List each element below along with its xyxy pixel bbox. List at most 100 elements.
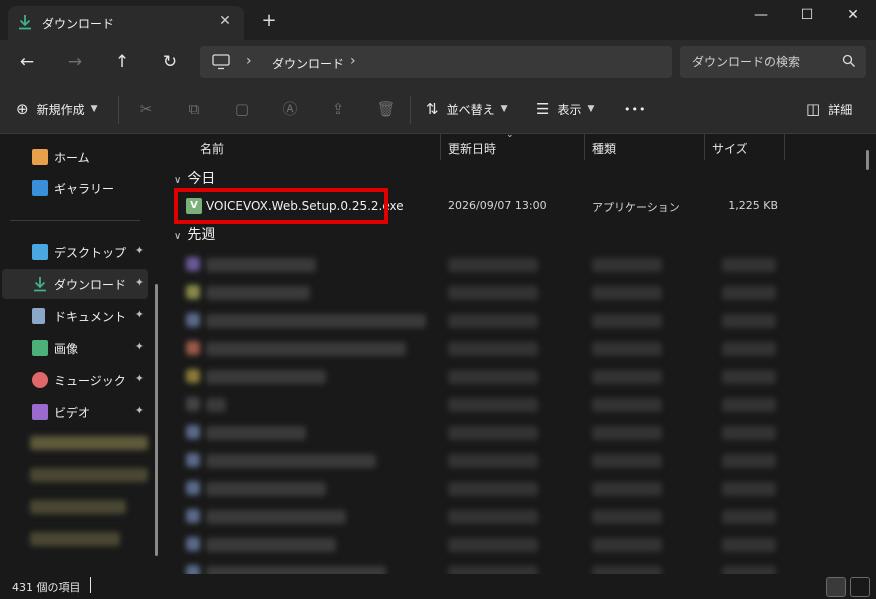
sidebar-scrollbar[interactable]: [155, 284, 158, 556]
rename-icon[interactable]: Ⓐ: [278, 98, 302, 120]
blurred-file-row[interactable]: [722, 342, 776, 356]
blurred-file-row[interactable]: [186, 509, 200, 523]
blurred-file-row[interactable]: [592, 314, 662, 328]
blurred-file-row[interactable]: [206, 314, 426, 328]
column-divider[interactable]: [784, 134, 785, 160]
column-header-size[interactable]: サイズ: [712, 134, 748, 160]
sidebar-item-downloads[interactable]: ダウンロード ✦: [2, 269, 148, 299]
large-icons-view-button[interactable]: [850, 577, 870, 597]
blurred-file-row[interactable]: [186, 425, 200, 439]
blurred-file-row[interactable]: [592, 454, 662, 468]
blurred-file-row[interactable]: [448, 398, 538, 412]
pin-icon[interactable]: ✦: [135, 340, 144, 353]
pin-icon[interactable]: ✦: [135, 404, 144, 417]
blurred-file-row[interactable]: [592, 482, 662, 496]
column-header-name[interactable]: 名前: [200, 134, 224, 160]
tab-close-icon[interactable]: ✕: [216, 12, 234, 30]
blurred-file-row[interactable]: [206, 510, 346, 524]
delete-icon[interactable]: 🗑: [374, 98, 398, 120]
new-button[interactable]: ⊕ 新規作成 ▼: [16, 97, 98, 121]
blurred-file-row[interactable]: [448, 370, 538, 384]
address-bar[interactable]: › ダウンロード ›: [200, 46, 672, 78]
blurred-file-row[interactable]: [186, 369, 200, 383]
blurred-file-row[interactable]: [206, 454, 376, 468]
blurred-file-row[interactable]: [722, 510, 776, 524]
blurred-file-row[interactable]: [722, 454, 776, 468]
search-input[interactable]: [692, 53, 832, 71]
chevron-right-icon[interactable]: ›: [246, 53, 252, 69]
pin-icon[interactable]: ✦: [135, 244, 144, 257]
blurred-file-row[interactable]: [722, 314, 776, 328]
minimize-button[interactable]: —: [738, 0, 784, 30]
sidebar-item-pictures[interactable]: 画像 ✦: [2, 333, 148, 363]
pin-icon[interactable]: ✦: [135, 276, 144, 289]
chevron-right-icon[interactable]: ›: [350, 53, 356, 69]
up-button[interactable]: ↑: [107, 48, 137, 76]
blurred-file-row[interactable]: [592, 258, 662, 272]
search-box[interactable]: [680, 46, 866, 78]
file-list-scrollbar[interactable]: [866, 150, 869, 170]
blurred-file-row[interactable]: [448, 258, 538, 272]
column-header-modified[interactable]: 更新日時: [448, 134, 496, 160]
sidebar-item-music[interactable]: ミュージック ✦: [2, 365, 148, 395]
blurred-file-row[interactable]: [448, 454, 538, 468]
blurred-file-row[interactable]: [722, 258, 776, 272]
sidebar-item-videos[interactable]: ビデオ ✦: [2, 397, 148, 427]
paste-icon[interactable]: ▢: [230, 98, 254, 120]
blurred-file-row[interactable]: [722, 286, 776, 300]
column-divider[interactable]: [704, 134, 705, 160]
group-header-last-week[interactable]: ∨ 先週: [174, 224, 215, 244]
column-divider[interactable]: [440, 134, 441, 160]
blurred-file-row[interactable]: [448, 286, 538, 300]
blurred-file-row[interactable]: [592, 510, 662, 524]
maximize-button[interactable]: ☐: [784, 0, 830, 30]
close-window-button[interactable]: ✕: [830, 0, 876, 30]
new-tab-button[interactable]: +: [258, 10, 280, 32]
details-button[interactable]: ◫ 詳細: [806, 97, 852, 121]
blurred-file-row[interactable]: [206, 426, 306, 440]
sort-button[interactable]: ⇅ 並べ替え ▼: [426, 97, 508, 121]
blurred-file-row[interactable]: [186, 481, 200, 495]
blurred-file-row[interactable]: [592, 370, 662, 384]
blurred-file-row[interactable]: [206, 286, 310, 300]
blurred-file-row[interactable]: [592, 398, 662, 412]
column-divider[interactable]: [584, 134, 585, 160]
blurred-file-row[interactable]: [186, 341, 200, 355]
blurred-file-row[interactable]: [206, 258, 316, 272]
group-header-today[interactable]: ∨ 今日: [174, 168, 215, 188]
sidebar-item-desktop[interactable]: デスクトップ ✦: [2, 237, 148, 267]
blurred-file-row[interactable]: [448, 482, 538, 496]
refresh-button[interactable]: ↻: [155, 48, 185, 76]
sidebar-item-home[interactable]: ホーム: [2, 142, 148, 172]
blurred-file-row[interactable]: [186, 285, 200, 299]
blurred-file-row[interactable]: [448, 342, 538, 356]
blurred-file-row[interactable]: [592, 538, 662, 552]
breadcrumb-downloads[interactable]: ダウンロード: [272, 55, 344, 72]
more-options-button[interactable]: •••: [624, 97, 646, 121]
blurred-folder[interactable]: [30, 500, 126, 514]
blurred-file-row[interactable]: [448, 510, 538, 524]
blurred-file-row[interactable]: [206, 482, 326, 496]
blurred-file-row[interactable]: [448, 538, 538, 552]
blurred-folder[interactable]: [30, 468, 148, 482]
pin-icon[interactable]: ✦: [135, 372, 144, 385]
blurred-file-row[interactable]: [448, 314, 538, 328]
blurred-folder[interactable]: [30, 436, 148, 450]
blurred-file-row[interactable]: [722, 370, 776, 384]
copy-icon[interactable]: ⧉: [182, 98, 206, 120]
search-icon[interactable]: [842, 54, 856, 68]
back-button[interactable]: ←: [12, 48, 42, 76]
sidebar-item-documents[interactable]: ドキュメント ✦: [2, 301, 148, 331]
blurred-file-row[interactable]: [186, 397, 200, 411]
blurred-file-row[interactable]: [186, 313, 200, 327]
blurred-file-row[interactable]: [206, 370, 326, 384]
blurred-file-row[interactable]: [722, 398, 776, 412]
share-icon[interactable]: ⇪: [326, 98, 350, 120]
cut-icon[interactable]: ✂: [134, 98, 158, 120]
blurred-file-row[interactable]: [592, 286, 662, 300]
blurred-file-row[interactable]: [592, 426, 662, 440]
blurred-file-row[interactable]: [448, 426, 538, 440]
sidebar-item-gallery[interactable]: ギャラリー: [2, 173, 148, 203]
forward-button[interactable]: →: [60, 48, 90, 76]
blurred-file-row[interactable]: [186, 537, 200, 551]
